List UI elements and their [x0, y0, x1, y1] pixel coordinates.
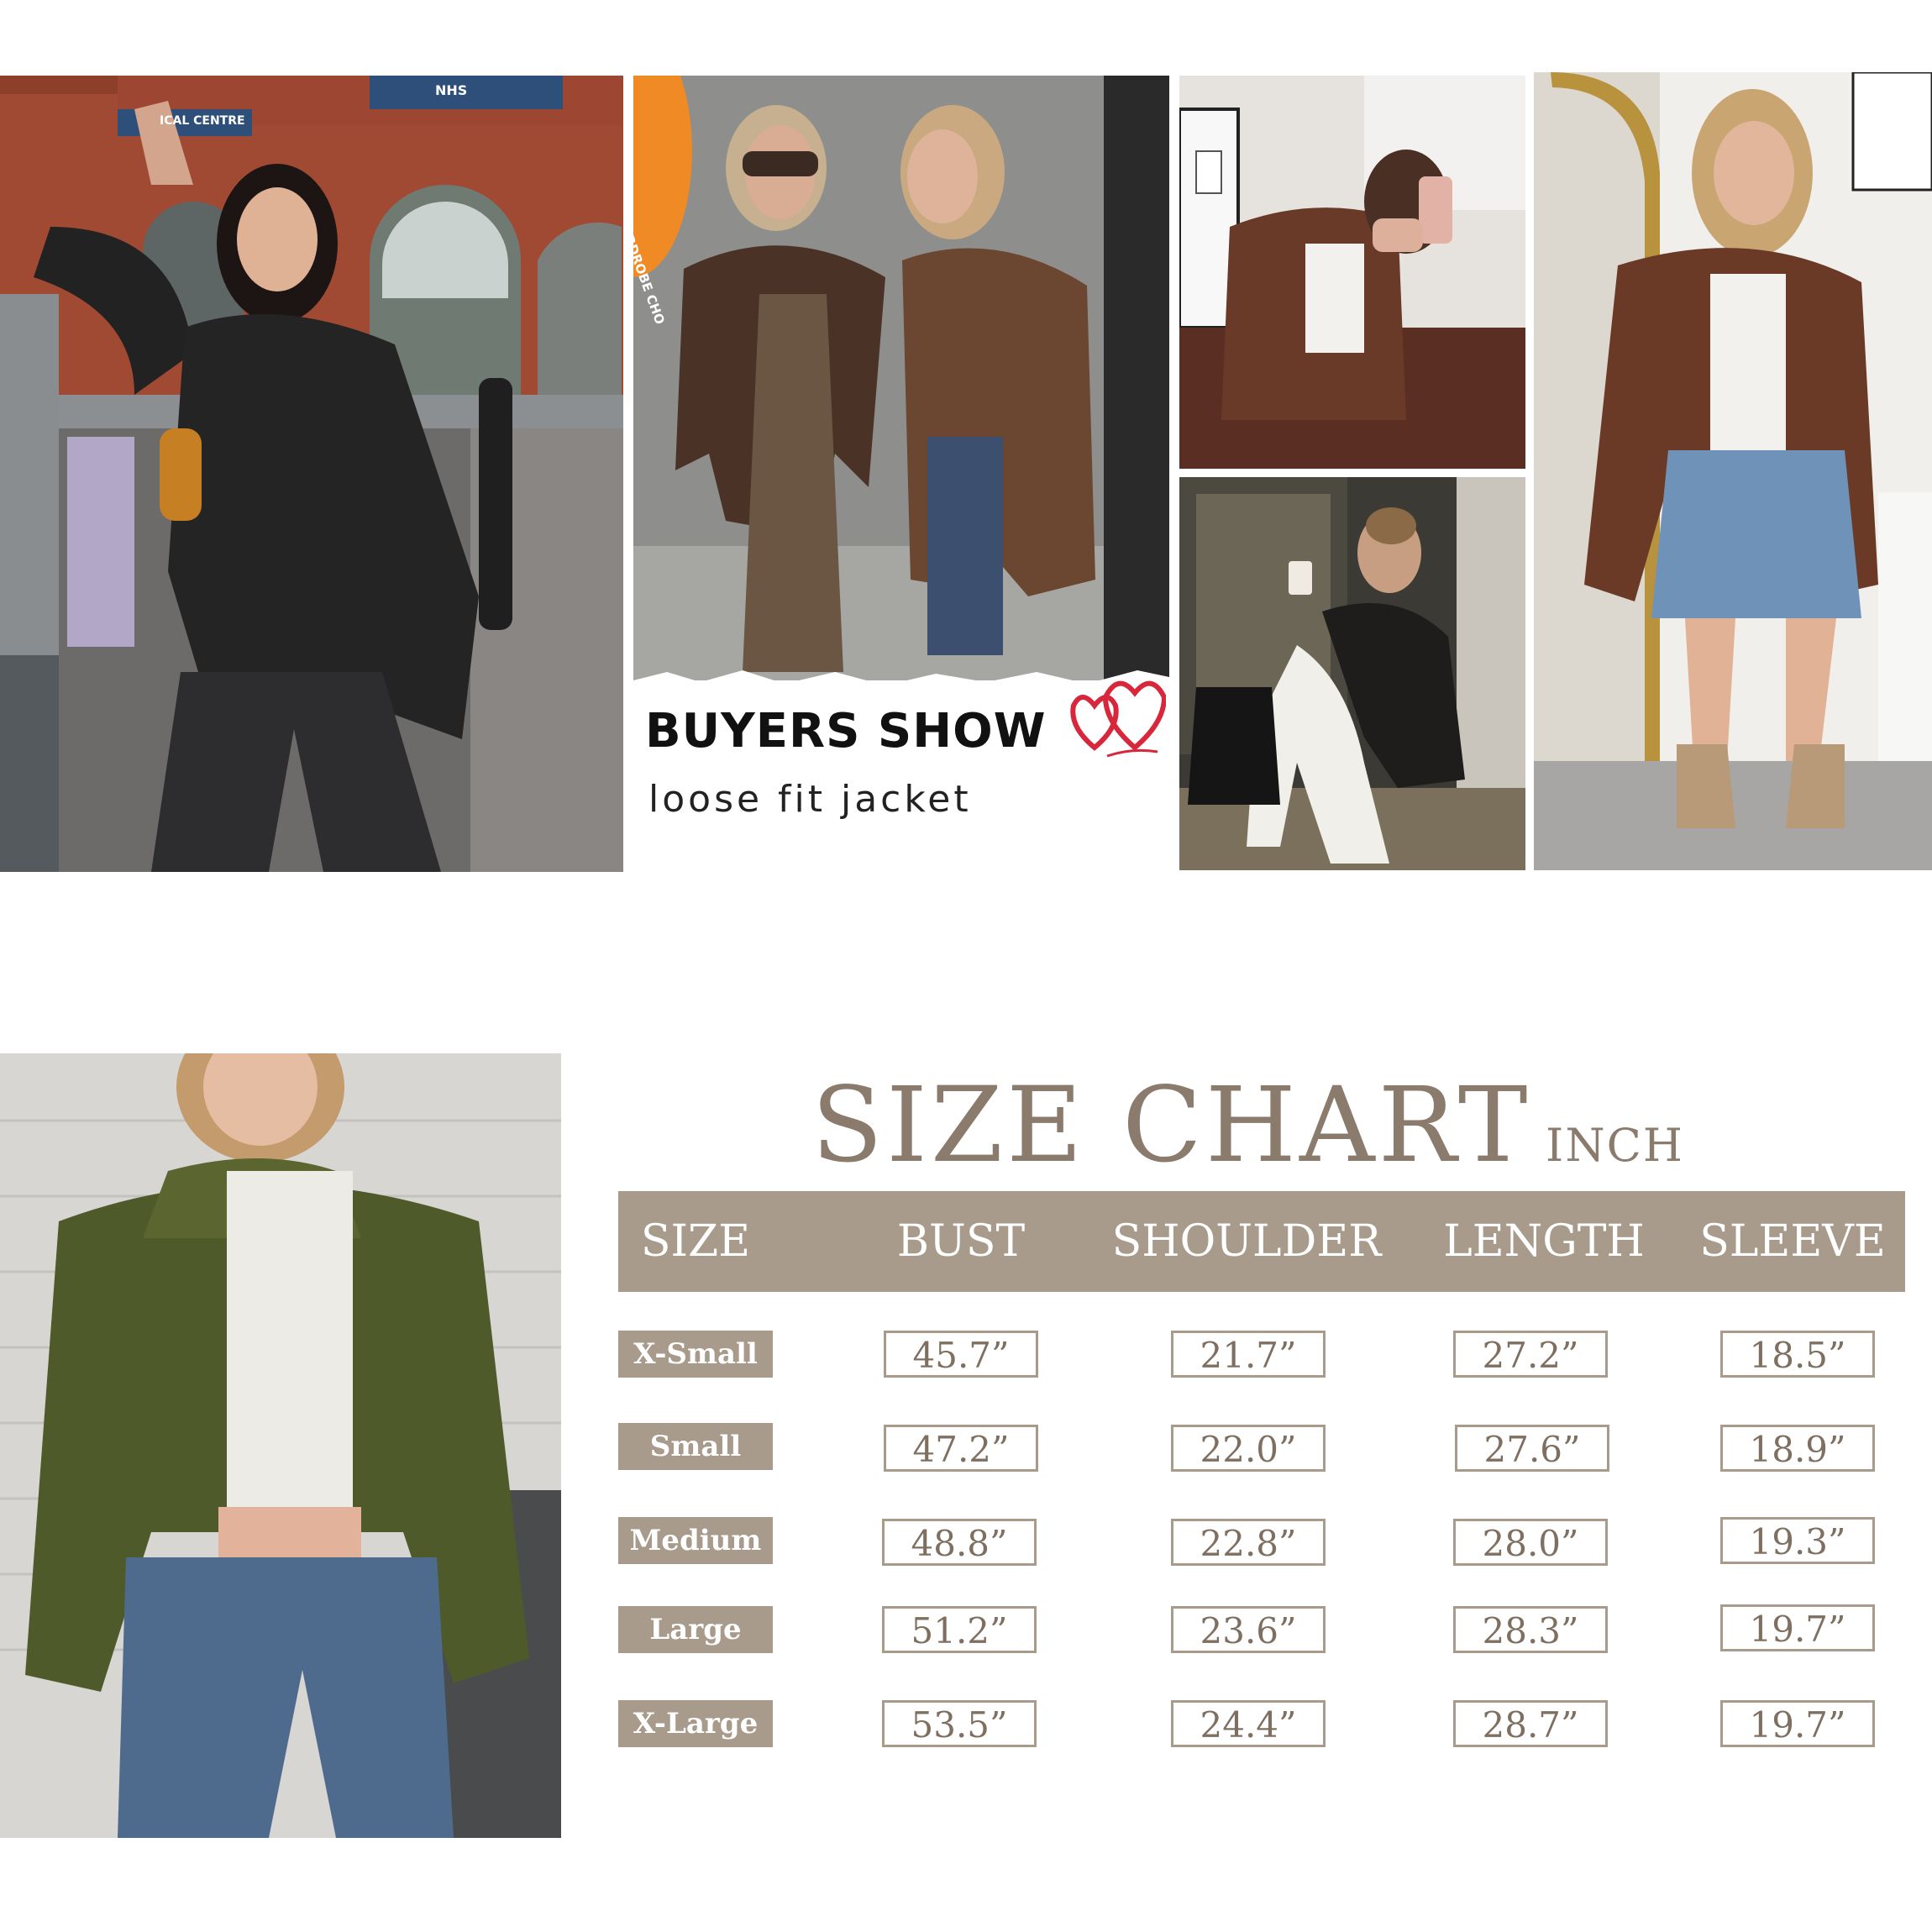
sleeve-value: 19.7” — [1720, 1700, 1875, 1747]
size-label: X-Large — [618, 1700, 773, 1747]
size-chart-unit: INCH — [1546, 1119, 1684, 1172]
column-header-shoulder: SHOULDER — [1111, 1216, 1382, 1267]
buyers-show-title: BUYERS SHOW — [645, 704, 1047, 759]
shoulder-value: 24.4” — [1171, 1700, 1326, 1747]
length-value: 27.2” — [1453, 1331, 1608, 1378]
bust-value: 48.8” — [882, 1519, 1037, 1566]
shoulder-value: 23.6” — [1171, 1606, 1326, 1653]
size-label: Medium — [618, 1517, 773, 1564]
storefront-sign: ICAL CENTRE — [160, 114, 245, 128]
shoulder-value: 22.8” — [1171, 1519, 1326, 1566]
sleeve-value: 19.3” — [1720, 1517, 1875, 1564]
buyers-show-subtitle: loose fit jacket — [648, 778, 972, 821]
photo-two-women: FALL WARDROBE CHO — [633, 76, 1169, 680]
size-label: Large — [618, 1606, 773, 1653]
shoulder-value: 21.7” — [1171, 1331, 1326, 1378]
bust-value: 51.2” — [882, 1606, 1037, 1653]
bust-value: 53.5” — [882, 1700, 1037, 1747]
sleeve-value: 19.7” — [1720, 1604, 1875, 1651]
column-header-length: LENGTH — [1443, 1216, 1645, 1267]
bust-value: 45.7” — [884, 1331, 1038, 1378]
heart-doodle-icon — [1070, 680, 1166, 758]
length-value: 28.7” — [1453, 1700, 1608, 1747]
size-chart-title: SIZE CHART — [811, 1065, 1531, 1186]
bust-value: 47.2” — [884, 1425, 1038, 1472]
size-label: X-Small — [618, 1331, 773, 1378]
photo-mirror-selfie — [1179, 76, 1525, 469]
photo-street-black-jacket: NHS ICAL CENTRE — [0, 76, 623, 872]
storefront-sign: NHS — [435, 82, 468, 98]
column-header-bust: BUST — [896, 1216, 1026, 1267]
length-value: 27.6” — [1455, 1425, 1609, 1472]
column-header-size: SIZE — [640, 1216, 751, 1267]
shoulder-value: 22.0” — [1171, 1425, 1326, 1472]
sleeve-value: 18.9” — [1720, 1425, 1875, 1472]
length-value: 28.3” — [1453, 1606, 1608, 1653]
photo-mirror-full-length — [1534, 72, 1932, 870]
size-label: Small — [618, 1423, 773, 1470]
length-value: 28.0” — [1453, 1519, 1608, 1566]
column-header-sleeve: SLEEVE — [1699, 1216, 1886, 1267]
photo-green-jacket — [0, 1053, 561, 1838]
sleeve-value: 18.5” — [1720, 1331, 1875, 1378]
photo-sitting-cafe — [1179, 477, 1525, 870]
